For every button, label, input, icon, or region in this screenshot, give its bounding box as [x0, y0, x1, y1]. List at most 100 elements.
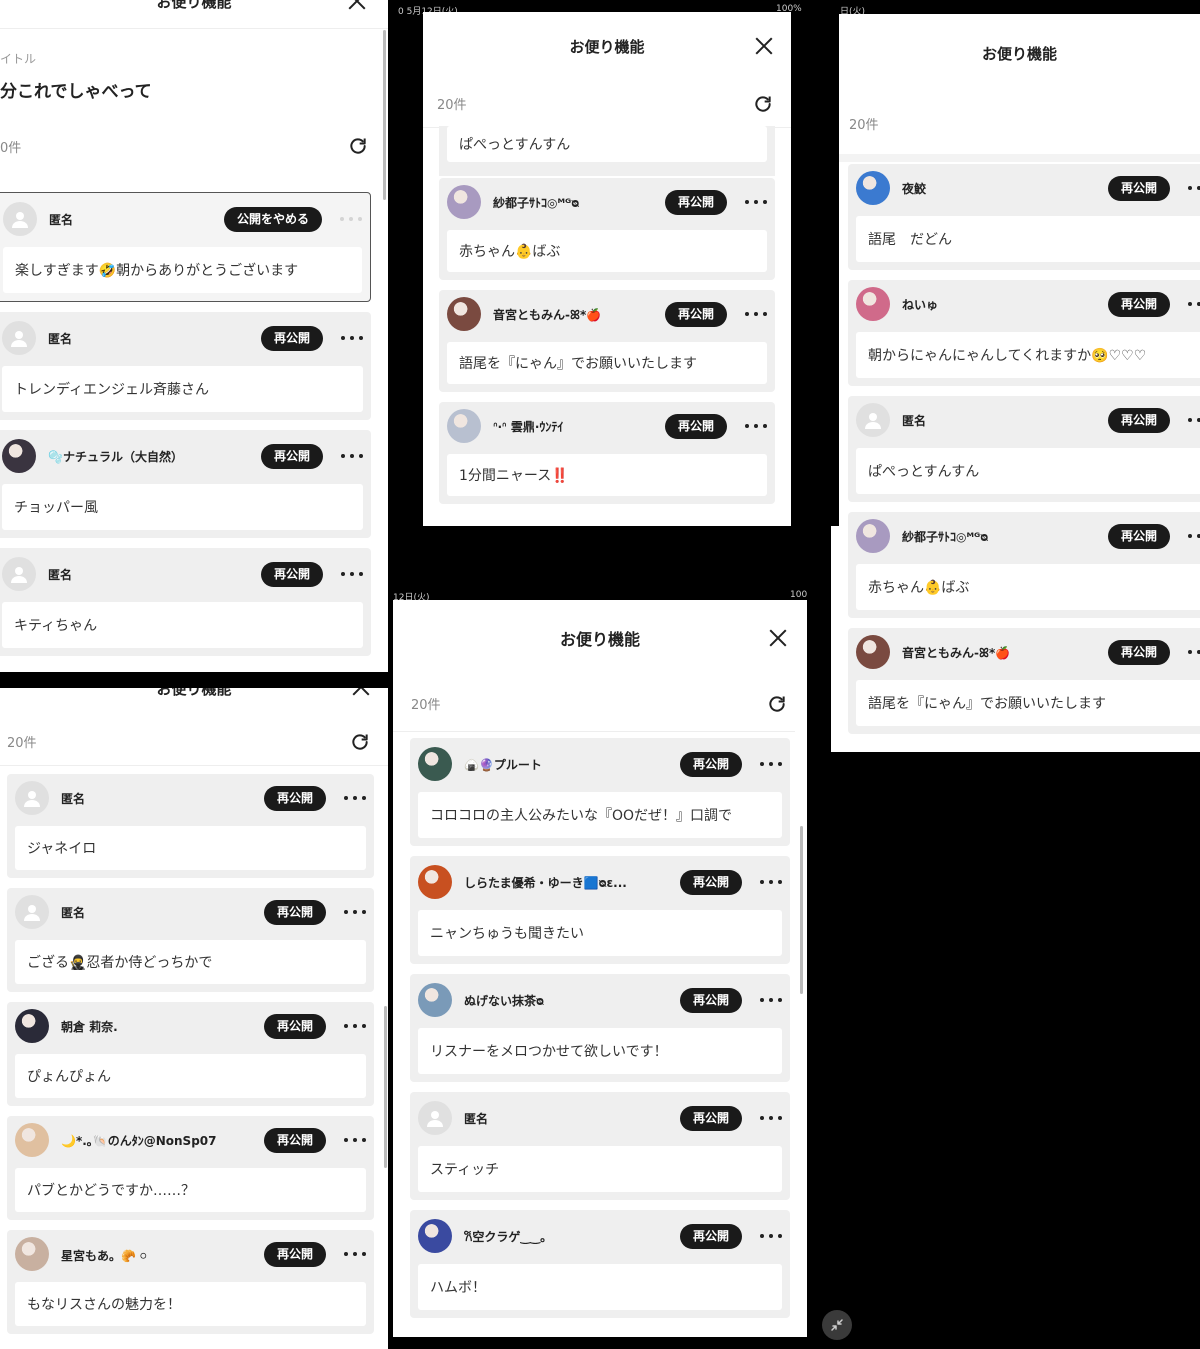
- close-icon[interactable]: [346, 0, 368, 12]
- message-card: 匿名 再公開 ジャネイロ: [7, 774, 374, 878]
- status-bar-battery-2: 100: [790, 590, 808, 600]
- message-text: 語尾を『にゃん』でお願いいたします: [856, 680, 1200, 726]
- message-text: ぱぺっとすんすん: [856, 448, 1200, 494]
- scrollbar[interactable]: [383, 30, 386, 200]
- more-options-icon[interactable]: [1188, 418, 1200, 422]
- user-avatar: [856, 287, 890, 321]
- close-icon[interactable]: [753, 35, 775, 57]
- more-options-icon[interactable]: [341, 454, 363, 458]
- user-avatar: [418, 1219, 452, 1253]
- sender-name: 匿名: [902, 413, 927, 428]
- republish-button[interactable]: 再公開: [1107, 523, 1170, 549]
- user-avatar: [418, 747, 452, 781]
- republish-button[interactable]: 再公開: [260, 325, 323, 351]
- more-options-icon[interactable]: [340, 217, 362, 221]
- more-options-icon[interactable]: [341, 336, 363, 340]
- more-options-icon[interactable]: [1188, 186, 1200, 190]
- count-label: 20件: [411, 698, 441, 713]
- card-header: 匿名 再公開: [2, 556, 363, 592]
- message-list: 🍙🔮プルート 再公開 コロコロの主人公みたいな『OOだぜ！』口調で しらたま優希・ゆー…: [410, 738, 790, 1328]
- message-text: もなリスさんの魅力を！: [15, 1282, 366, 1326]
- anonymous-avatar: [2, 557, 36, 591]
- message-text: パブとかどうですか……？: [15, 1168, 366, 1212]
- message-card: 星宮もあ。🥐 𓏸 再公開もなリスさんの魅力を！: [7, 1230, 374, 1334]
- republish-button[interactable]: 再公開: [679, 751, 742, 777]
- more-options-icon[interactable]: [760, 998, 782, 1002]
- anonymous-avatar: [2, 321, 36, 355]
- republish-button[interactable]: 再公開: [263, 1013, 326, 1039]
- count-label: 20件: [437, 98, 467, 113]
- sender-name: 匿名: [48, 567, 73, 582]
- republish-button[interactable]: 再公開: [679, 1105, 742, 1131]
- republish-button[interactable]: 再公開: [679, 987, 742, 1013]
- sender-name: 朝倉 莉奈.: [61, 1019, 118, 1034]
- anonymous-avatar: [418, 1101, 452, 1135]
- republish-button[interactable]: 再公開: [263, 1241, 326, 1267]
- scrollbar[interactable]: [384, 1006, 387, 1168]
- card-header: 星宮もあ。🥐 𓏸 再公開: [15, 1236, 366, 1272]
- card-header: 音宮ともみん-ꕤ*🍎 再公開: [856, 634, 1200, 670]
- modal-title: お便り機能: [156, 0, 232, 11]
- republish-button[interactable]: 再公開: [1107, 407, 1170, 433]
- message-card: ᐢ‧ᐢ 雲鼎·ｳﾝﾃｲ 再公開 1分間ニャース‼️: [439, 402, 775, 504]
- more-options-icon[interactable]: [760, 1234, 782, 1238]
- message-card: 𐙚空クラゲ‿‿｡ 再公開 ハムボ！: [410, 1210, 790, 1318]
- card-header: 🍙🔮プルート 再公開: [418, 746, 782, 782]
- republish-button[interactable]: 再公開: [1107, 639, 1170, 665]
- republish-button[interactable]: 再公開: [263, 1127, 326, 1153]
- message-card: 🌙*.｡🐚のんﾀﾝ@NonSp07 再公開パブとかどうですか……？: [7, 1116, 374, 1220]
- panel-2: お便り機能 20件 ぱぺっとすんすん 紗都子ｻﾄｺ◎ᴹᴳᴓ 再公開 赤ちゃん👶ばぶ音…: [423, 12, 791, 526]
- refresh-icon[interactable]: [350, 732, 370, 752]
- message-text: スティッチ: [418, 1146, 782, 1192]
- more-options-icon[interactable]: [1188, 534, 1200, 538]
- panel-5: お便り機能 20件 🍙🔮プルート 再公開 コロコロの主人公みたいな『OOだぜ！』口調…: [393, 600, 807, 1337]
- minimize-button[interactable]: [822, 1310, 852, 1340]
- card-header: 紗都子ｻﾄｺ◎ᴹᴳᴓ 再公開: [447, 184, 767, 220]
- refresh-icon[interactable]: [348, 136, 368, 156]
- more-options-icon[interactable]: [760, 880, 782, 884]
- count-row: 20件: [393, 676, 795, 732]
- anonymous-user-icon: [24, 905, 40, 921]
- republish-button[interactable]: 再公開: [664, 413, 727, 439]
- more-options-icon[interactable]: [760, 762, 782, 766]
- more-options-icon[interactable]: [344, 1138, 366, 1142]
- refresh-icon[interactable]: [753, 94, 773, 114]
- scrollbar[interactable]: [800, 826, 803, 994]
- more-options-icon[interactable]: [1188, 302, 1200, 306]
- republish-button[interactable]: 再公開: [1107, 291, 1170, 317]
- card-header: 匿名 再公開: [856, 402, 1200, 438]
- close-icon[interactable]: [350, 688, 372, 698]
- more-options-icon[interactable]: [745, 200, 767, 204]
- republish-button[interactable]: 再公開: [260, 443, 323, 469]
- sender-name: 星宮もあ。🥐 𓏸: [61, 1249, 147, 1263]
- republish-button[interactable]: 再公開: [679, 1223, 742, 1249]
- republish-button[interactable]: 再公開: [263, 785, 326, 811]
- more-options-icon[interactable]: [344, 910, 366, 914]
- more-options-icon[interactable]: [344, 1252, 366, 1256]
- republish-button[interactable]: 再公開: [664, 301, 727, 327]
- panel-1: お便り機能 イトル 分これでしゃべって 0件 匿名 公開をやめる 楽しすぎます🤣朝か…: [0, 0, 388, 672]
- more-options-icon[interactable]: [745, 424, 767, 428]
- more-options-icon[interactable]: [341, 572, 363, 576]
- refresh-icon[interactable]: [767, 694, 787, 714]
- stop-publish-button[interactable]: 公開をやめる: [223, 206, 322, 232]
- republish-button[interactable]: 再公開: [679, 869, 742, 895]
- card-header: 🌙*.｡🐚のんﾀﾝ@NonSp07 再公開: [15, 1122, 366, 1158]
- more-options-icon[interactable]: [344, 796, 366, 800]
- more-options-icon[interactable]: [760, 1116, 782, 1120]
- message-text: キティちゃん: [2, 602, 363, 648]
- user-avatar: [15, 1123, 49, 1157]
- republish-button[interactable]: 再公開: [263, 899, 326, 925]
- message-text: ぱぺっとすんすん: [447, 126, 767, 162]
- more-options-icon[interactable]: [1188, 650, 1200, 654]
- collapse-icon: [831, 1319, 843, 1331]
- modal-title: お便り機能: [156, 688, 232, 698]
- republish-button[interactable]: 再公開: [664, 189, 727, 215]
- card-header: 夜鮫 再公開: [856, 170, 1200, 206]
- republish-button[interactable]: 再公開: [260, 561, 323, 587]
- more-options-icon[interactable]: [745, 312, 767, 316]
- republish-button[interactable]: 再公開: [1107, 175, 1170, 201]
- close-icon[interactable]: [767, 627, 789, 649]
- more-options-icon[interactable]: [344, 1024, 366, 1028]
- sender-name: 紗都子ｻﾄｺ◎ᴹᴳᴓ: [902, 529, 989, 544]
